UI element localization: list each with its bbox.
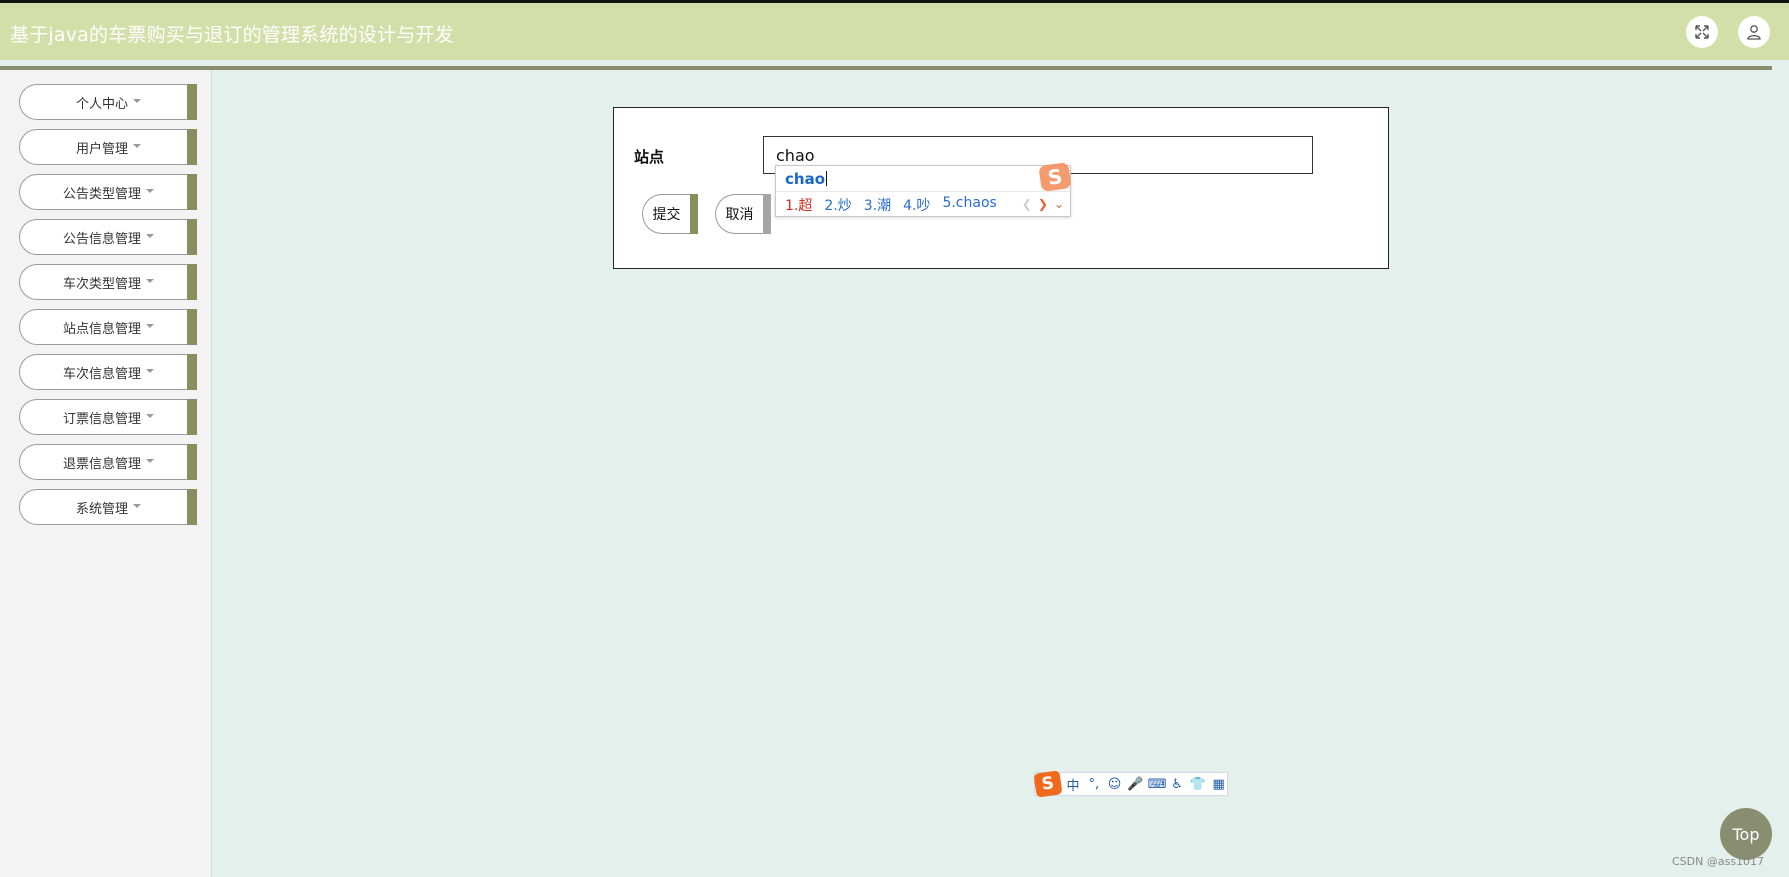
fullscreen-icon <box>1695 25 1709 39</box>
ime-chinese-mode[interactable]: 中 <box>1065 775 1082 794</box>
caret-down-icon <box>133 504 141 508</box>
ime-candidate-popup: chao S 1.超 2.炒 3.潮 4.吵 5.chaos ❮ ❯ ⌄ <box>775 162 1072 217</box>
caret-down-icon <box>146 234 154 238</box>
caret-down-icon <box>133 99 141 103</box>
caret-down-icon <box>146 459 154 463</box>
sidebar-item-label: 车次类型管理 <box>62 276 141 292</box>
ime-skin-icon[interactable]: 👕 <box>1189 777 1206 792</box>
sidebar-item-label: 订票信息管理 <box>62 411 141 427</box>
sidebar-item-label: 公告信息管理 <box>62 231 141 247</box>
back-to-top-button[interactable]: Top <box>1720 808 1772 860</box>
sidebar-item-label: 个人中心 <box>75 96 128 112</box>
chevron-right-icon[interactable]: ❯ <box>1038 197 1048 211</box>
sidebar-item-station-info-management[interactable]: 站点信息管理 <box>19 309 197 345</box>
ime-candidate[interactable]: 4.吵 <box>903 195 930 215</box>
sidebar-item-notice-info-management[interactable]: 公告信息管理 <box>19 219 197 255</box>
app-title: 基于java的车票购买与退订的管理系统的设计与开发 <box>10 24 454 46</box>
watermark: CSDN @ass1017 <box>1672 855 1765 868</box>
header-divider <box>0 66 1772 70</box>
caret-down-icon <box>146 414 154 418</box>
caret-down-icon <box>146 324 154 328</box>
ime-candidate[interactable]: 3.潮 <box>864 195 891 215</box>
fullscreen-button[interactable] <box>1686 16 1718 48</box>
ime-page-nav: ❮ ❯ ⌄ <box>1022 197 1064 211</box>
ime-pinyin: chao <box>785 170 825 188</box>
user-icon <box>1747 25 1761 40</box>
chevron-down-icon[interactable]: ⌄ <box>1054 197 1064 211</box>
sidebar-item-label: 退票信息管理 <box>62 456 141 472</box>
ime-candidate[interactable]: 1.超 <box>785 195 812 215</box>
sidebar-item-notice-type-management[interactable]: 公告类型管理 <box>19 174 197 210</box>
ime-toolbox-icon[interactable]: ▦ <box>1210 777 1227 792</box>
sidebar: 个人中心 用户管理 公告类型管理 公告信息管理 车次类型管理 站点信息管理 车次… <box>0 70 212 877</box>
sidebar-item-train-info-management[interactable]: 车次信息管理 <box>19 354 197 390</box>
user-button[interactable] <box>1738 16 1770 48</box>
sidebar-item-label: 站点信息管理 <box>62 321 141 337</box>
chevron-left-icon[interactable]: ❮ <box>1022 197 1032 211</box>
caret-down-icon <box>133 144 141 148</box>
sidebar-item-label: 系统管理 <box>75 501 128 517</box>
sidebar-item-user-management[interactable]: 用户管理 <box>19 129 197 165</box>
sidebar-item-label: 车次信息管理 <box>62 366 141 382</box>
caret-down-icon <box>146 369 154 373</box>
ime-candidate[interactable]: 5.chaos <box>942 195 996 215</box>
ime-candidates: 1.超 2.炒 3.潮 4.吵 5.chaos <box>785 195 997 215</box>
station-label: 站点 <box>634 148 665 166</box>
ime-candidate[interactable]: 2.炒 <box>824 195 851 215</box>
ime-emoji-icon[interactable]: ☺ <box>1106 777 1123 792</box>
ime-voice-icon[interactable]: 🎤 <box>1127 777 1144 792</box>
ime-accessibility-icon[interactable]: ♿ <box>1169 777 1186 792</box>
ime-divider <box>776 191 1070 192</box>
caret-down-icon <box>146 189 154 193</box>
ime-punctuation-icon[interactable]: °, <box>1085 777 1102 792</box>
ime-toolbar: S 中 °, ☺ 🎤 ⌨ ♿ 👕 ▦ <box>1033 770 1228 798</box>
sogou-logo-icon: S <box>1038 162 1072 192</box>
sidebar-item-system-management[interactable]: 系统管理 <box>19 489 197 525</box>
caret-down-icon <box>146 279 154 283</box>
sogou-logo-icon[interactable]: S <box>1033 770 1063 798</box>
sidebar-item-refund-info-management[interactable]: 退票信息管理 <box>19 444 197 480</box>
ime-keyboard-icon[interactable]: ⌨ <box>1148 777 1167 792</box>
cancel-button[interactable]: 取消 <box>715 194 771 234</box>
sidebar-item-booking-info-management[interactable]: 订票信息管理 <box>19 399 197 435</box>
top-header: 基于java的车票购买与退订的管理系统的设计与开发 <box>0 0 1789 60</box>
submit-button[interactable]: 提交 <box>642 194 698 234</box>
sidebar-item-train-type-management[interactable]: 车次类型管理 <box>19 264 197 300</box>
sidebar-item-personal-center[interactable]: 个人中心 <box>19 84 197 120</box>
sidebar-item-label: 公告类型管理 <box>62 186 141 202</box>
sidebar-item-label: 用户管理 <box>75 141 128 157</box>
